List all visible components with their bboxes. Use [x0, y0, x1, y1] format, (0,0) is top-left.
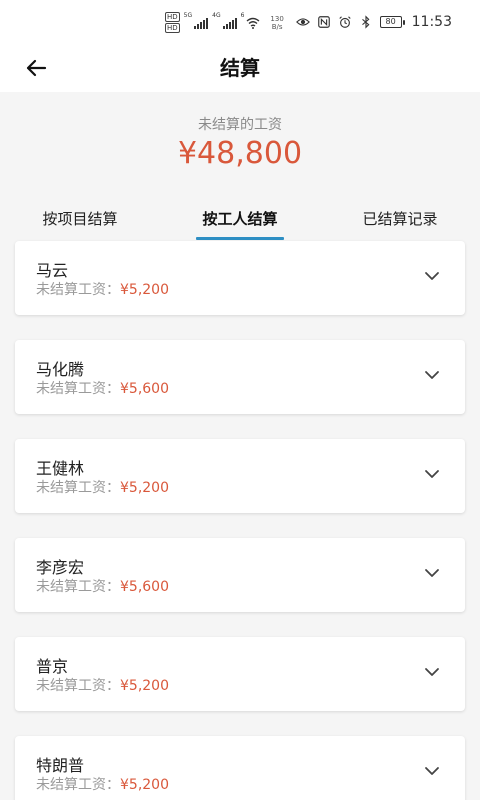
chevron-down-icon[interactable]: [423, 663, 441, 681]
worker-unsettled: 未结算工资：¥5,200: [36, 477, 169, 497]
tab-active-indicator: [196, 237, 284, 240]
wifi-tag-label: 6: [240, 12, 245, 19]
worker-unsettled-label: 未结算工资：: [36, 579, 120, 595]
hd-bottom-label: HD: [165, 23, 180, 33]
status-bar: HD HD 5G 4G 6 130 B/s 80 11:53: [0, 0, 480, 44]
signal-2-icon: [222, 17, 237, 29]
worker-unsettled: 未结算工资：¥5,200: [36, 774, 169, 794]
tab-settled-records-label: 已结算记录: [362, 210, 438, 228]
battery-icon: 80: [379, 16, 405, 28]
status-bar-right: 80 11:53: [295, 14, 452, 30]
chevron-down-icon[interactable]: [423, 564, 441, 582]
worker-unsettled-label: 未结算工资：: [36, 381, 120, 397]
worker-card[interactable]: 李彦宏 未结算工资：¥5,600: [15, 538, 465, 612]
nfc-icon: [317, 16, 330, 28]
tab-by-worker[interactable]: 按工人结算: [160, 196, 320, 242]
worker-card[interactable]: 马化腾 未结算工资：¥5,600: [15, 340, 465, 414]
worker-unsettled: 未结算工资：¥5,200: [36, 279, 169, 299]
worker-unsettled: 未结算工资：¥5,200: [36, 675, 169, 695]
settlement-tabs: 按项目结算 按工人结算 已结算记录: [0, 196, 480, 242]
alarm-icon: [338, 16, 351, 28]
chevron-down-icon[interactable]: [423, 267, 441, 285]
worker-unsettled: 未结算工资：¥5,600: [36, 378, 169, 398]
settlement-screen: HD HD 5G 4G 6 130 B/s 80 11:53 结算 未结算的工资…: [0, 0, 480, 800]
chevron-down-icon[interactable]: [423, 366, 441, 384]
tab-by-worker-label: 按工人结算: [202, 210, 278, 228]
worker-name: 特朗普: [36, 756, 85, 775]
worker-unsettled-amount: ¥5,200: [120, 480, 169, 496]
worker-name: 马化腾: [36, 360, 85, 379]
wifi-icon: [246, 17, 260, 29]
worker-unsettled-amount: ¥5,200: [120, 678, 169, 694]
network-speed-unit: B/s: [271, 22, 283, 31]
worker-name: 李彦宏: [36, 558, 85, 577]
worker-name: 马云: [36, 261, 69, 280]
unsettled-label: 未结算的工资: [198, 117, 282, 133]
bluetooth-icon: [361, 15, 370, 29]
worker-card[interactable]: 普京 未结算工资：¥5,200: [15, 637, 465, 711]
unsettled-amount: ¥48,800: [177, 136, 303, 171]
worker-card[interactable]: 马云 未结算工资：¥5,200: [15, 241, 465, 315]
hd-badge: HD HD: [165, 12, 180, 33]
signal-1-icon: [194, 17, 209, 29]
worker-unsettled-amount: ¥5,600: [120, 381, 169, 397]
battery-level: 80: [379, 16, 402, 28]
eye-icon: [295, 18, 310, 26]
worker-unsettled-amount: ¥5,200: [120, 777, 169, 793]
content-area: 未结算的工资 ¥48,800 按项目结算 按工人结算 已结算记录 马云 未结算工…: [0, 92, 480, 800]
tab-by-project-label: 按项目结算: [42, 210, 118, 228]
worker-unsettled: 未结算工资：¥5,600: [36, 576, 169, 596]
chevron-down-icon[interactable]: [423, 465, 441, 483]
tab-by-project[interactable]: 按项目结算: [0, 196, 160, 242]
status-bar-left: HD HD 5G 4G 6 130 B/s: [165, 12, 284, 33]
network-speed: 130 B/s: [270, 15, 283, 31]
worker-unsettled-label: 未结算工资：: [36, 678, 120, 694]
worker-unsettled-label: 未结算工资：: [36, 282, 120, 298]
worker-name: 王健林: [36, 459, 85, 478]
network-4g-label: 4G: [212, 12, 221, 19]
page-title: 结算: [220, 56, 260, 80]
worker-name: 普京: [36, 657, 69, 676]
chevron-down-icon[interactable]: [423, 762, 441, 780]
network-speed-value: 130: [270, 14, 284, 23]
hd-top-label: HD: [165, 12, 180, 22]
app-bar: 结算: [0, 44, 480, 92]
worker-unsettled-label: 未结算工资：: [36, 480, 120, 496]
tab-settled-records[interactable]: 已结算记录: [320, 196, 480, 242]
worker-card[interactable]: 特朗普 未结算工资：¥5,200: [15, 736, 465, 800]
worker-unsettled-amount: ¥5,600: [120, 579, 169, 595]
status-time: 11:53: [411, 14, 452, 30]
unsettled-summary: 未结算的工资 ¥48,800: [0, 92, 480, 192]
worker-card[interactable]: 王健林 未结算工资：¥5,200: [15, 439, 465, 513]
worker-unsettled-label: 未结算工资：: [36, 777, 120, 793]
worker-unsettled-amount: ¥5,200: [120, 282, 169, 298]
network-5g-label: 5G: [183, 12, 193, 19]
